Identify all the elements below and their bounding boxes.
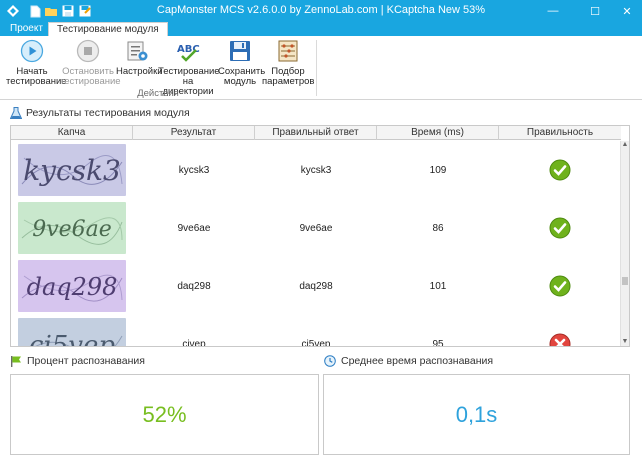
table-row[interactable]: kycsk3 kycsk3 kycsk3 109 bbox=[11, 141, 621, 199]
floppy-disk-icon bbox=[230, 41, 250, 61]
captcha-cell: daq298 bbox=[11, 257, 133, 315]
stop-testing-label-2: тестирование bbox=[60, 76, 121, 87]
column-header-correctness[interactable]: Правильность bbox=[499, 126, 621, 140]
start-testing-label-2: тестирование bbox=[6, 76, 67, 87]
settings-button[interactable]: Настройки bbox=[116, 39, 163, 77]
avg-time-value: 0,1s bbox=[455, 401, 498, 427]
window-title: CapMonster MCS v2.6.0.0 by ZennoLab.com … bbox=[156, 4, 486, 16]
percent-panel: 52% bbox=[10, 374, 319, 455]
flask-icon bbox=[10, 107, 22, 119]
settings-label: Настройки bbox=[116, 66, 163, 77]
maximize-icon: ☐ bbox=[590, 5, 600, 18]
percent-header: Процент распознавания bbox=[10, 354, 145, 368]
captcha-text: daq298 bbox=[27, 273, 118, 301]
play-icon bbox=[20, 39, 44, 63]
check-icon bbox=[549, 275, 571, 297]
results-title: Результаты тестирования модуля bbox=[26, 107, 190, 119]
captcha-text: kycsk3 bbox=[23, 154, 121, 187]
answer-cell: ci5vep bbox=[301, 338, 331, 347]
stop-testing-button[interactable]: Остановить тестирование bbox=[60, 39, 121, 87]
avg-time-label: Среднее время распознавания bbox=[341, 355, 494, 367]
captcha-text: ci5vep bbox=[29, 331, 115, 347]
result-cell: kycsk3 bbox=[178, 164, 210, 176]
parameter-tuning-button[interactable]: Подбор параметров bbox=[262, 39, 314, 87]
minimize-button[interactable]: — bbox=[540, 0, 566, 22]
ribbon-group-label: Действия bbox=[137, 88, 179, 99]
results-section-header: Результаты тестирования модуля bbox=[10, 106, 190, 120]
answer-cell: 9ve6ae bbox=[299, 222, 333, 234]
check-icon bbox=[549, 217, 571, 239]
table-scrollbar[interactable]: ▲ ▼ bbox=[620, 141, 629, 346]
app-logo-icon bbox=[6, 4, 20, 18]
open-folder-icon[interactable] bbox=[44, 4, 58, 18]
tab-module-testing[interactable]: Тестирование модуля bbox=[48, 22, 168, 36]
column-header-captcha[interactable]: Капча bbox=[11, 126, 133, 140]
minimize-icon: — bbox=[547, 5, 559, 17]
parameter-tuning-label-2: параметров bbox=[262, 76, 315, 87]
time-cell: 109 bbox=[429, 164, 447, 176]
correctness-cell bbox=[499, 141, 621, 199]
correctness-cell bbox=[499, 315, 621, 346]
results-table[interactable]: Капча Результат Правильный ответ Время (… bbox=[10, 125, 630, 347]
percent-label: Процент распознавания bbox=[27, 355, 145, 367]
scrollbar-thumb[interactable] bbox=[622, 277, 628, 285]
scroll-down-icon[interactable]: ▼ bbox=[621, 338, 629, 346]
answer-cell: daq298 bbox=[299, 280, 333, 292]
save-as-icon[interactable] bbox=[78, 4, 92, 18]
correctness-cell bbox=[499, 199, 621, 257]
captcha-cell: 9ve6ae bbox=[11, 199, 133, 257]
title-bar: CapMonster MCS v2.6.0.0 by ZennoLab.com … bbox=[0, 0, 642, 22]
clock-icon bbox=[324, 355, 336, 367]
answer-cell: kycsk3 bbox=[300, 164, 332, 176]
stop-icon bbox=[76, 39, 100, 63]
table-row[interactable]: daq298 daq298 daq298 101 bbox=[11, 257, 621, 315]
column-header-time[interactable]: Время (ms) bbox=[377, 126, 499, 140]
settings-icon bbox=[127, 41, 148, 61]
captcha-image: ci5vep bbox=[18, 318, 126, 347]
captcha-text: 9ve6ae bbox=[32, 217, 112, 242]
captcha-image: 9ve6ae bbox=[18, 202, 126, 254]
ribbon-tab-strip: Проект Тестирование модуля bbox=[0, 22, 642, 36]
table-row[interactable]: ci5vep civep ci5vep 95 bbox=[11, 315, 621, 347]
save-module-label-2: модуль bbox=[223, 76, 257, 87]
result-cell: civep bbox=[182, 338, 206, 347]
table-header: Капча Результат Правильный ответ Время (… bbox=[11, 126, 621, 140]
result-cell: daq298 bbox=[177, 280, 211, 292]
new-file-icon[interactable] bbox=[28, 4, 42, 18]
captcha-image: daq298 bbox=[18, 260, 126, 312]
abacus-icon bbox=[278, 40, 298, 62]
correctness-cell bbox=[499, 257, 621, 315]
table-body: kycsk3 kycsk3 kycsk3 109 9ve6ae 9ve6ae 9… bbox=[11, 141, 621, 347]
save-icon[interactable] bbox=[61, 4, 75, 18]
time-cell: 101 bbox=[429, 280, 447, 292]
avg-time-header: Среднее время распознавания bbox=[324, 354, 493, 368]
save-module-button[interactable]: Сохранить модуль bbox=[218, 39, 265, 87]
column-header-correct-answer[interactable]: Правильный ответ bbox=[255, 126, 377, 140]
svg-text:ABC: ABC bbox=[177, 44, 200, 55]
ribbon: Начать тестирование Остановить тестирова… bbox=[0, 36, 642, 100]
ribbon-group-separator bbox=[316, 40, 317, 96]
close-icon: ✕ bbox=[622, 5, 632, 18]
table-row[interactable]: 9ve6ae 9ve6ae 9ve6ae 86 bbox=[11, 199, 621, 257]
tab-project[interactable]: Проект bbox=[2, 22, 51, 36]
abc-check-icon: ABC bbox=[177, 44, 200, 62]
start-testing-button[interactable]: Начать тестирование bbox=[6, 39, 67, 87]
check-icon bbox=[549, 159, 571, 181]
close-window-button[interactable]: ✕ bbox=[614, 0, 640, 22]
scroll-up-icon[interactable]: ▲ bbox=[621, 141, 629, 149]
percent-value: 52% bbox=[142, 401, 187, 427]
column-header-result[interactable]: Результат bbox=[133, 126, 255, 140]
flag-icon bbox=[11, 356, 21, 367]
captcha-cell: kycsk3 bbox=[11, 141, 133, 199]
avg-time-panel: 0,1s bbox=[323, 374, 630, 455]
error-icon bbox=[549, 333, 571, 346]
time-cell: 95 bbox=[432, 338, 444, 347]
time-cell: 86 bbox=[432, 222, 444, 234]
captcha-image: kycsk3 bbox=[18, 144, 126, 196]
result-cell: 9ve6ae bbox=[177, 222, 211, 234]
captcha-cell: ci5vep bbox=[11, 315, 133, 347]
maximize-button[interactable]: ☐ bbox=[582, 0, 608, 22]
